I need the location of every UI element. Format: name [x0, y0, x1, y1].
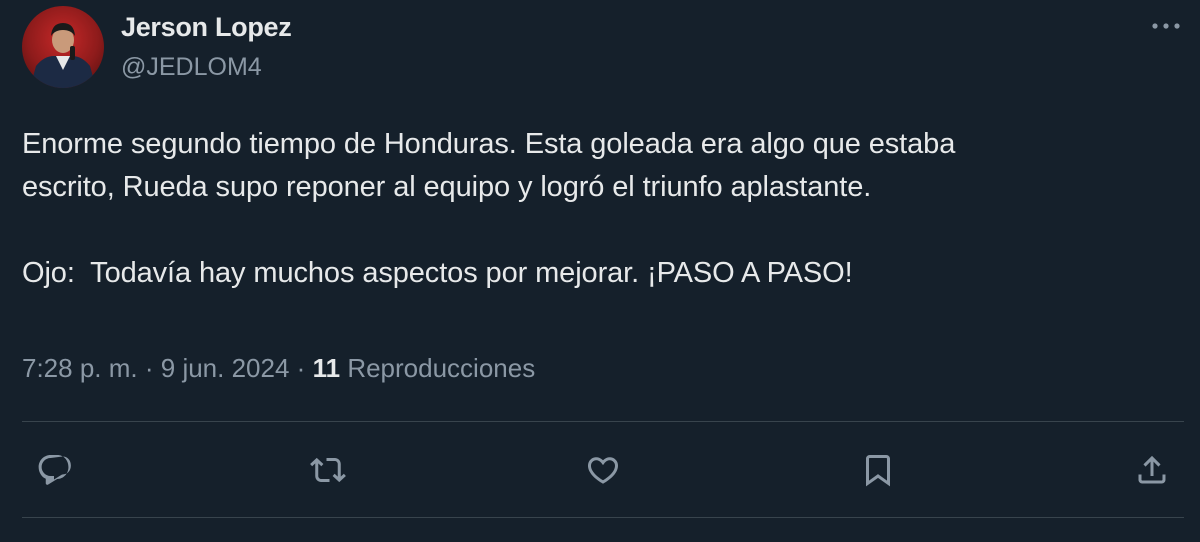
tweet-date[interactable]: 9 jun. 2024	[161, 353, 290, 383]
heart-icon	[587, 457, 619, 484]
tweet-time[interactable]: 7:28 p. m.	[22, 353, 138, 383]
avatar-photo	[30, 23, 96, 88]
tweet-meta: 7:28 p. m. · 9 jun. 2024 · 11 Reproducci…	[22, 350, 535, 386]
meta-separator: ·	[296, 353, 306, 383]
author-handle[interactable]: @JEDLOM4	[121, 52, 291, 82]
views-label: Reproducciones	[347, 353, 536, 383]
divider	[22, 421, 1184, 422]
more-dots-icon	[1152, 23, 1180, 29]
action-bar	[0, 444, 1200, 496]
tweet-text-line: Ojo: Todavía hay muchos aspectos por mej…	[22, 257, 853, 289]
tweet-text-line: escrito, Rueda supo reponer al equipo y …	[22, 171, 872, 203]
views-count: 11	[312, 353, 341, 383]
divider	[22, 517, 1184, 518]
retweet-button[interactable]	[302, 444, 354, 496]
share-button[interactable]	[1126, 444, 1178, 496]
reply-icon	[38, 455, 71, 485]
share-icon	[1138, 455, 1166, 484]
author-name[interactable]: Jerson Lopez	[121, 12, 292, 42]
tweet-card: Jerson Lopez @JEDLOM4 Enorme segundo tie…	[0, 0, 1200, 542]
meta-separator: ·	[144, 353, 154, 383]
bookmark-button[interactable]	[852, 444, 904, 496]
tweet-text: Enorme segundo tiempo de Honduras. Esta …	[22, 123, 1182, 295]
retweet-icon	[310, 457, 346, 483]
more-button[interactable]	[1148, 12, 1184, 40]
reply-button[interactable]	[28, 444, 80, 496]
author-block: Jerson Lopez @JEDLOM4	[121, 12, 292, 82]
avatar[interactable]	[22, 6, 104, 88]
tweet-text-line: Enorme segundo tiempo de Honduras. Esta …	[22, 128, 956, 160]
bookmark-icon	[866, 455, 890, 487]
like-button[interactable]	[577, 444, 629, 496]
